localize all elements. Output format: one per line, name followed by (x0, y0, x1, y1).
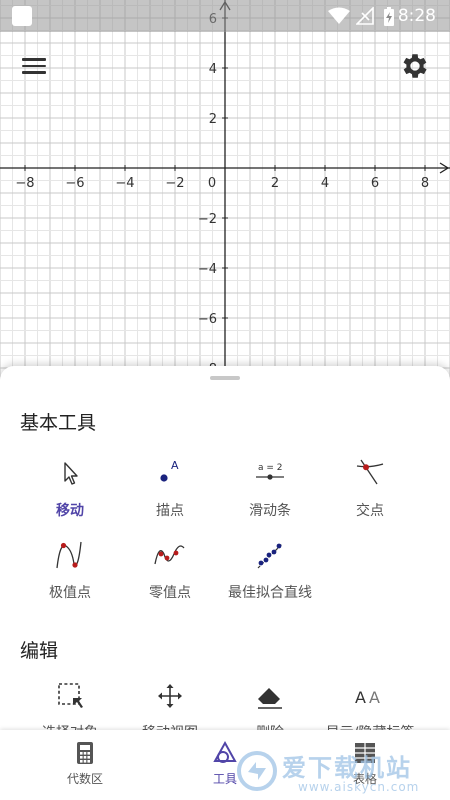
tool-label: 滑动条 (249, 503, 291, 519)
nav-label-algebra: 代数区 (66, 772, 103, 786)
nav-algebra[interactable]: 代数区 (29, 730, 141, 800)
point-icon: A (160, 459, 179, 482)
tool-label: 描点 (156, 503, 184, 519)
move-arrow-icon (64, 462, 78, 485)
x-tick-label: 2 (271, 176, 279, 191)
y-tick-label: 4 (209, 62, 217, 77)
tool-extremum[interactable]: 极值点 (14, 538, 126, 602)
tool-move-view[interactable]: 移动视图 (114, 678, 226, 730)
x-tick-label: 6 (371, 176, 379, 191)
status-time: 8:28 (397, 6, 436, 26)
tool-label: 选择对象 (14, 722, 126, 730)
eraser-icon (258, 688, 282, 709)
tool-intersect[interactable]: 交点 (314, 456, 426, 520)
tool-label: 最佳拟合直线 (228, 585, 312, 601)
select-objects-icon (58, 683, 83, 708)
tool-delete[interactable]: 删除 (214, 678, 326, 730)
tool-label: 零值点 (149, 585, 191, 601)
app-notification-icon (12, 6, 32, 26)
watermark: 爱下载机站 www.aiskycn.com (234, 748, 450, 800)
tool-move[interactable]: 移动 (14, 456, 126, 520)
wifi-icon (328, 7, 350, 24)
calculator-icon (77, 742, 93, 764)
tool-label: 移动 (56, 503, 84, 519)
move-view-icon (158, 684, 182, 708)
svg-text:A: A (355, 688, 366, 707)
tools-panel: 基本工具 移动 A 描点 a = 2 滑动条 交点 极值点 零值点 最佳拟合直线… (0, 366, 450, 730)
tool-best-fit-line[interactable]: 最佳拟合直线 (214, 538, 326, 602)
roots-icon (154, 545, 185, 565)
tool-label: 极值点 (49, 585, 91, 601)
x-tick-label: −2 (165, 176, 184, 191)
y-tick-label: −6 (198, 312, 217, 327)
tool-point[interactable]: A 描点 (114, 456, 226, 520)
svg-text:A: A (369, 688, 380, 707)
x-tick-label: −6 (65, 176, 84, 191)
watermark-logo-icon (237, 751, 277, 791)
watermark-url: www.aiskycn.com (298, 780, 420, 794)
y-tick-label: 2 (209, 112, 217, 127)
extremum-icon (56, 541, 82, 569)
section-title-edit: 编辑 (20, 640, 59, 662)
tool-show-hide-label[interactable]: A A 显示/隐藏标签 (314, 678, 426, 730)
x-tick-label: 8 (421, 176, 429, 191)
y-tick-label: −2 (198, 212, 217, 227)
tool-select-objects[interactable]: 选择对象 (14, 678, 126, 730)
section-title-basic-tools: 基本工具 (20, 412, 97, 434)
settings-gear-icon[interactable] (399, 50, 431, 82)
drag-handle[interactable] (210, 376, 240, 380)
x-tick-label: 4 (321, 176, 329, 191)
tool-label: 显示/隐藏标签 (314, 722, 426, 730)
slider-icon: a = 2 (256, 463, 284, 480)
x-tick-label: −8 (15, 176, 34, 191)
x-tick-label: −4 (115, 176, 134, 191)
graphics-view[interactable]: −8−6−4−202468642−2−4−6−8 (0, 0, 450, 400)
svg-text:a = 2: a = 2 (258, 463, 283, 473)
tool-label: 交点 (356, 503, 384, 519)
watermark-text: 爱下载机站 (282, 754, 412, 782)
main-menu-button[interactable] (22, 54, 48, 78)
tool-roots[interactable]: 零值点 (114, 538, 226, 602)
tool-label: 移动视图 (114, 722, 226, 730)
no-signal-icon (356, 7, 374, 25)
geogebra-app: −8−6−4−202468642−2−4−6−8 8:28 基本工具 (0, 0, 450, 800)
hamburger-icon (22, 58, 46, 61)
best-fit-line-icon (257, 543, 283, 569)
battery-charging-icon (384, 7, 394, 26)
coordinate-grid[interactable]: −8−6−4−202468642−2−4−6−8 (0, 0, 450, 400)
show-hide-label-icon: A A (355, 688, 380, 707)
svg-text:A: A (171, 459, 179, 472)
y-tick-label: −4 (198, 262, 217, 277)
tool-label: 删除 (214, 722, 326, 730)
intersect-icon (356, 459, 384, 485)
tool-slider[interactable]: a = 2 滑动条 (214, 456, 326, 520)
x-tick-label: 0 (208, 176, 216, 191)
status-bar: 8:28 (0, 0, 450, 32)
